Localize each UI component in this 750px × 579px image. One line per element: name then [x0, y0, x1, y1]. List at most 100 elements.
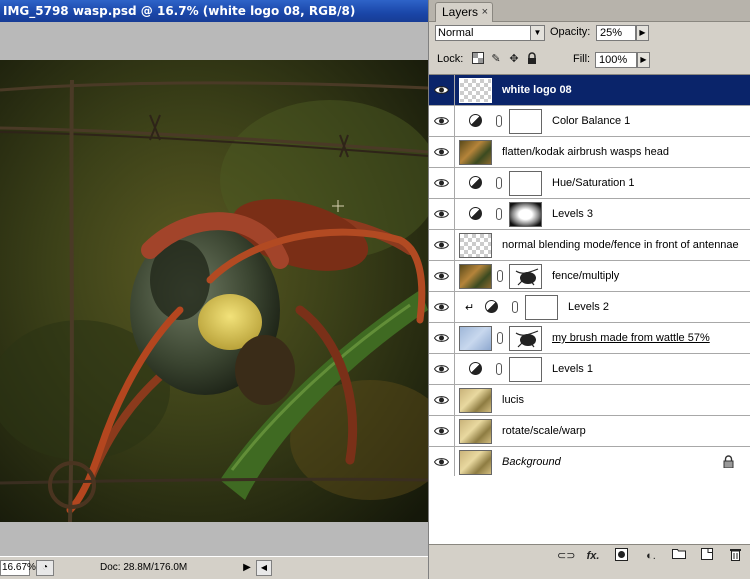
layer-row[interactable]: ↵ Levels 2 — [429, 292, 750, 323]
scroll-left-icon[interactable]: ◀ — [256, 560, 272, 576]
new-adjustment-layer-icon[interactable]: ◐. — [643, 548, 659, 564]
close-icon[interactable]: × — [482, 3, 488, 21]
eye-svg — [434, 117, 449, 125]
fill-slider-arrow-icon[interactable]: ▶ — [637, 52, 650, 68]
document-title[interactable]: IMG_5798 wasp.psd @ 16.7% (white logo 08… — [0, 0, 428, 22]
layer-name: my brush made from wattle 57% — [552, 332, 710, 344]
layer-thumbnail[interactable] — [459, 140, 492, 165]
visibility-eye-icon[interactable] — [429, 230, 455, 260]
chevron-down-icon[interactable]: ▼ — [530, 26, 544, 40]
delete-layer-icon[interactable] — [727, 548, 743, 564]
visibility-eye-icon[interactable] — [429, 75, 455, 105]
visibility-eye-icon[interactable] — [429, 292, 455, 322]
layer-thumbnail[interactable] — [459, 419, 492, 444]
eye-svg — [434, 272, 449, 280]
layer-list: white logo 08 Color Balance 1 flatten/koda… — [429, 74, 750, 478]
mask-link-icon[interactable] — [496, 363, 502, 375]
layers-panel-footer: ⊂⊃ fx. ◐. — [429, 544, 750, 566]
layer-mask-thumbnail[interactable] — [525, 295, 558, 320]
lock-icon — [723, 455, 735, 469]
blend-mode-select[interactable]: Normal ▼ — [435, 25, 545, 41]
mask-link-icon[interactable] — [496, 177, 502, 189]
lock-image-pixels-icon[interactable]: ✎ — [489, 52, 503, 66]
opacity-input[interactable]: 25% — [596, 25, 636, 41]
layer-row[interactable]: flatten/kodak airbrush wasps head — [429, 137, 750, 168]
layer-thumbnail[interactable] — [459, 264, 492, 289]
tab-layers[interactable]: Layers × — [435, 2, 493, 22]
layer-style-icon[interactable]: fx. — [585, 548, 601, 564]
mask-link-icon[interactable] — [496, 115, 502, 127]
layer-name: Color Balance 1 — [552, 115, 631, 127]
mask-link-icon[interactable] — [512, 301, 518, 313]
visibility-eye-icon[interactable] — [429, 106, 455, 136]
layer-row[interactable]: Color Balance 1 — [429, 106, 750, 137]
eye-svg — [434, 148, 449, 156]
layer-row[interactable]: fence/multiply — [429, 261, 750, 292]
layer-mask-thumbnail[interactable] — [509, 202, 542, 227]
layer-thumbnail[interactable] — [459, 78, 492, 103]
mask-link-icon[interactable] — [497, 332, 503, 344]
layer-thumbnail[interactable] — [459, 233, 492, 258]
layer-row[interactable]: Levels 3 — [429, 199, 750, 230]
status-menu-arrow-icon[interactable]: ▶ — [240, 561, 254, 575]
image-canvas[interactable] — [0, 60, 428, 522]
layer-mask-thumbnail[interactable] — [509, 264, 542, 289]
visibility-eye-icon[interactable] — [429, 261, 455, 291]
fill-label: Fill: — [573, 53, 591, 65]
layer-row[interactable]: Hue/Saturation 1 — [429, 168, 750, 199]
blend-mode-value: Normal — [438, 27, 474, 39]
layer-row[interactable]: Background — [429, 447, 750, 478]
layer-mask-thumbnail[interactable] — [509, 326, 542, 351]
eye-svg — [434, 334, 449, 342]
layer-mask-thumbnail[interactable] — [509, 357, 542, 382]
eye-svg — [434, 427, 449, 435]
visibility-eye-icon[interactable] — [429, 168, 455, 198]
lock-position-icon[interactable]: ✥ — [507, 52, 521, 66]
adjustment-layer-icon — [469, 114, 482, 127]
layer-mask-thumbnail[interactable] — [509, 109, 542, 134]
panel-resize-strip — [429, 566, 750, 579]
mask-link-icon[interactable] — [497, 270, 503, 282]
opacity-slider-arrow-icon[interactable]: ▶ — [636, 25, 649, 41]
layer-name: Levels 2 — [568, 301, 609, 313]
visibility-eye-icon[interactable] — [429, 137, 455, 167]
eye-svg — [434, 396, 449, 404]
layer-list-empty-area — [429, 476, 750, 544]
visibility-eye-icon[interactable] — [429, 323, 455, 353]
layer-row[interactable]: lucis — [429, 385, 750, 416]
layer-mask-thumbnail[interactable] — [509, 171, 542, 196]
mask-link-icon[interactable] — [496, 208, 502, 220]
visibility-eye-icon[interactable] — [429, 199, 455, 229]
layer-row[interactable]: white logo 08 — [429, 75, 750, 106]
layer-row[interactable]: rotate/scale/warp — [429, 416, 750, 447]
layer-name: rotate/scale/warp — [502, 425, 586, 437]
status-bar: 16.67% ◔ Doc: 28.8M/176.0M ▶ ◀ — [0, 556, 428, 579]
visibility-eye-icon[interactable] — [429, 385, 455, 415]
layer-name: white logo 08 — [502, 84, 572, 96]
canvas-pasteboard-bottom — [0, 522, 428, 556]
fill-input[interactable]: 100% — [595, 52, 637, 68]
visibility-eye-icon[interactable] — [429, 416, 455, 446]
add-mask-icon[interactable] — [613, 548, 629, 564]
layer-thumbnail[interactable] — [459, 450, 492, 475]
layer-thumbnail[interactable] — [459, 388, 492, 413]
layer-row[interactable]: normal blending mode/fence in front of a… — [429, 230, 750, 261]
layer-row[interactable]: Levels 1 — [429, 354, 750, 385]
lock-all-icon[interactable] — [525, 52, 539, 66]
new-group-icon[interactable] — [671, 548, 687, 564]
zoom-level-field[interactable]: 16.67% — [0, 560, 36, 576]
layer-row[interactable]: my brush made from wattle 57% — [429, 323, 750, 354]
eye-svg — [434, 179, 449, 187]
link-layers-icon[interactable]: ⊂⊃ — [557, 548, 575, 564]
tab-layers-label: Layers — [442, 5, 479, 19]
eye-svg — [434, 303, 449, 311]
layer-name: normal blending mode/fence in front of a… — [502, 239, 739, 251]
status-preview-icon[interactable]: ◔ — [36, 560, 54, 576]
visibility-eye-icon[interactable] — [429, 354, 455, 384]
layer-thumbnail[interactable] — [459, 326, 492, 351]
eye-svg — [434, 365, 449, 373]
new-layer-icon[interactable] — [699, 548, 715, 564]
visibility-eye-icon[interactable] — [429, 447, 455, 477]
lock-transparency-icon[interactable] — [471, 52, 485, 66]
eye-svg — [434, 458, 449, 466]
